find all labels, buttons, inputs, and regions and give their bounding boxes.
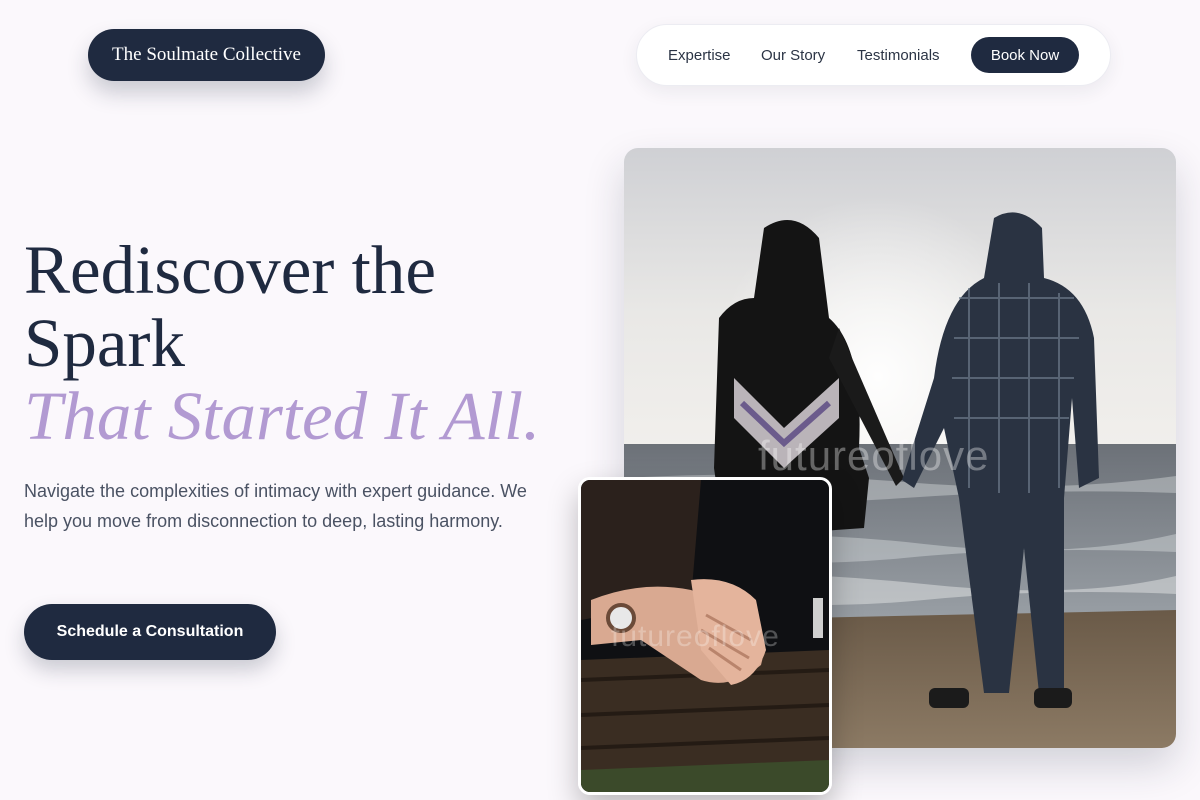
main-photo-watermark: futureoflove [758, 432, 990, 479]
nav-link-testimonials[interactable]: Testimonials [857, 25, 940, 85]
main-nav: Expertise Our Story Testimonials Book No… [636, 24, 1111, 86]
hero-title: Rediscover the Spark That Started It All… [24, 234, 604, 453]
hero-title-accent: That Started It All. [24, 378, 541, 454]
hero-description: Navigate the complexities of intimacy wi… [24, 481, 527, 531]
brand-logo[interactable]: The Soulmate Collective [88, 29, 325, 81]
nav-link-expertise[interactable]: Expertise [668, 25, 731, 85]
small-photo-watermark: futureoflove [611, 620, 780, 653]
schedule-consultation-button[interactable]: Schedule a Consultation [24, 604, 276, 660]
book-now-button[interactable]: Book Now [971, 37, 1079, 73]
hero-title-line1: Rediscover the [24, 232, 436, 308]
nav-link-our-story[interactable]: Our Story [761, 25, 825, 85]
hero-title-line2: Spark [24, 305, 185, 381]
clasped-hands-photo: futureoflove [578, 477, 832, 795]
